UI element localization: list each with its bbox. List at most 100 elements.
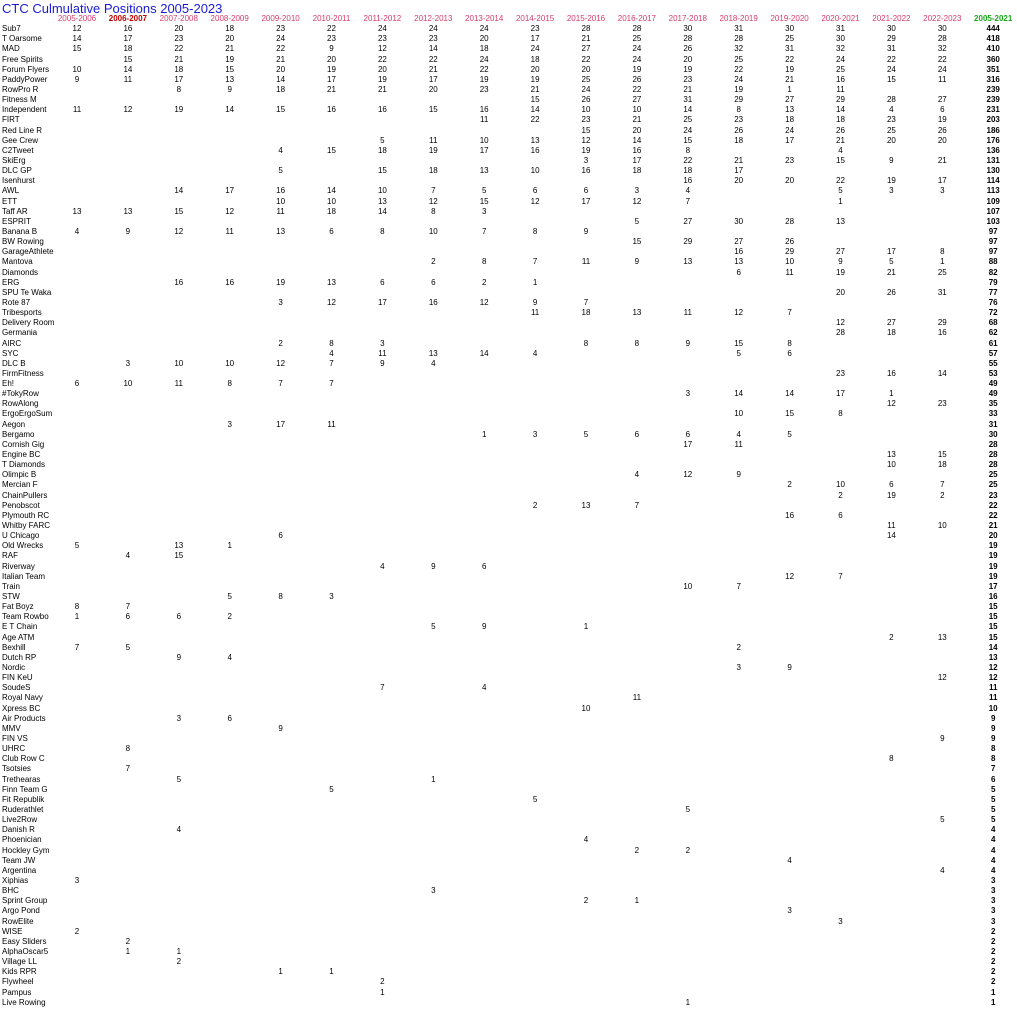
team-name: Danish R: [2, 825, 35, 835]
total-value: 53: [988, 368, 998, 378]
season-position: 1: [481, 429, 487, 439]
team-name: C2Tweet: [2, 145, 34, 155]
team-name: Pampus: [2, 987, 32, 997]
season-position: 10: [327, 196, 336, 206]
team-name: Finn Team G: [2, 784, 48, 794]
season-position: 17: [428, 74, 438, 84]
team-name: Mercian F: [2, 480, 38, 490]
table-row: Cornish Gig 17 11 28: [0, 440, 1017, 450]
team-name: ETT: [2, 196, 18, 206]
season-position: 2: [838, 490, 843, 500]
team-name: Whitby FARC: [2, 521, 51, 531]
table-row: SoudeS 7 4 11: [0, 683, 1017, 693]
season-position: 16: [683, 176, 693, 186]
total-value: 4: [990, 855, 996, 865]
season-position: 14: [123, 64, 133, 74]
season-position: 11: [327, 419, 336, 429]
season-position: 15: [530, 95, 540, 105]
season-position: 6: [125, 612, 131, 622]
table-row: GarageAthlete 16 29 27 17 8 97: [0, 247, 1017, 257]
season-position: 17: [276, 419, 286, 429]
team-name: SPU Te Waka: [2, 287, 52, 297]
table-row: Red Line R 15 20 24 26 24 26 25 26 186: [0, 126, 1017, 136]
table-row: MAD 15 18 22 21 22 9 12 14 18 24 27 24 26 32 31 32 31 32 41…: [0, 44, 1017, 54]
season-position: 24: [785, 125, 795, 135]
total-value: 49: [988, 379, 998, 389]
team-name: UHRC: [2, 744, 26, 754]
season-position: 21: [785, 74, 795, 84]
season-header: 2016-2017: [617, 14, 657, 23]
season-position: 14: [225, 105, 235, 115]
season-position: 15: [581, 125, 591, 135]
season-position: 10: [174, 358, 184, 368]
table-row: Ruderathlet 5 5: [0, 805, 1017, 815]
team-name: Mantova: [2, 257, 33, 267]
team-name: FIN VS: [2, 733, 28, 743]
table-row: Independent 11 12 19 14 15 16 16 15 16 14 10 10 14 8 13…: [0, 105, 1017, 115]
season-position: 1: [889, 389, 894, 399]
season-position: 28: [937, 34, 947, 44]
season-position: 3: [889, 186, 894, 196]
season-position: 5: [329, 784, 334, 794]
team-name: RowAlong: [2, 399, 39, 409]
season-position: 4: [940, 865, 945, 875]
season-position: 22: [734, 64, 744, 74]
season-position: 13: [123, 206, 133, 216]
season-position: 19: [174, 105, 184, 115]
season-position: 16: [581, 166, 591, 176]
total-value: 12: [988, 673, 998, 683]
season-position: 7: [838, 571, 843, 581]
season-position: 12: [72, 24, 82, 34]
season-header: 2015-2016: [566, 14, 606, 23]
season-position: 19: [225, 54, 235, 64]
season-position: 19: [886, 176, 896, 186]
season-position: 13: [836, 216, 845, 226]
season-position: 32: [937, 44, 947, 54]
season-position: 3: [583, 155, 589, 165]
table-row: Dutch RP 9 4 13: [0, 653, 1017, 663]
team-name: Fit Republik: [2, 794, 45, 804]
season-position: 21: [428, 64, 438, 74]
season-position: 15: [327, 145, 336, 155]
season-position: 14: [174, 186, 184, 196]
season-position: 13: [530, 135, 540, 145]
season-position: 12: [836, 318, 845, 328]
season-position: 13: [428, 348, 438, 358]
season-position: 1: [532, 277, 538, 287]
season-position: 18: [377, 145, 387, 155]
season-position: 25: [836, 64, 845, 74]
season-position: 11: [887, 521, 896, 531]
season-position: 10: [530, 166, 540, 176]
season-position: 20: [377, 64, 387, 74]
season-position: 22: [530, 115, 540, 125]
season-position: 3: [431, 886, 436, 896]
season-position: 5: [431, 622, 436, 632]
team-name: Age ATM: [2, 632, 35, 642]
total-value: 176: [986, 135, 1000, 145]
table-row: Pampus 1 1: [0, 988, 1017, 998]
season-position: 15: [174, 551, 184, 561]
total-value: 22: [988, 500, 998, 510]
season-position: 13: [377, 196, 387, 206]
season-position: 24: [632, 44, 642, 54]
season-position: 4: [278, 145, 283, 155]
season-position: 5: [634, 216, 640, 226]
season-position: 5: [532, 794, 538, 804]
season-position: 5: [838, 186, 843, 196]
team-name: Fitness M: [2, 95, 37, 105]
season-position: 2: [532, 500, 538, 510]
total-value: 23: [988, 490, 998, 500]
total-value: 6: [990, 774, 996, 784]
season-position: 8: [583, 338, 589, 348]
table-row: Rote 87 3 12 17 16 12 9 7 76: [0, 298, 1017, 308]
season-position: 1: [74, 612, 80, 622]
season-position: 13: [276, 226, 286, 236]
table-row: ETT 10 10 13 12 15 12 17 12 7 1 109: [0, 197, 1017, 207]
season-position: 22: [479, 64, 489, 74]
season-position: 24: [734, 74, 744, 84]
team-name: Delivery Room: [2, 318, 55, 328]
season-position: 3: [176, 713, 182, 723]
total-value: 130: [986, 166, 1000, 176]
season-position: 18: [937, 460, 947, 470]
season-position: 11: [429, 135, 438, 145]
